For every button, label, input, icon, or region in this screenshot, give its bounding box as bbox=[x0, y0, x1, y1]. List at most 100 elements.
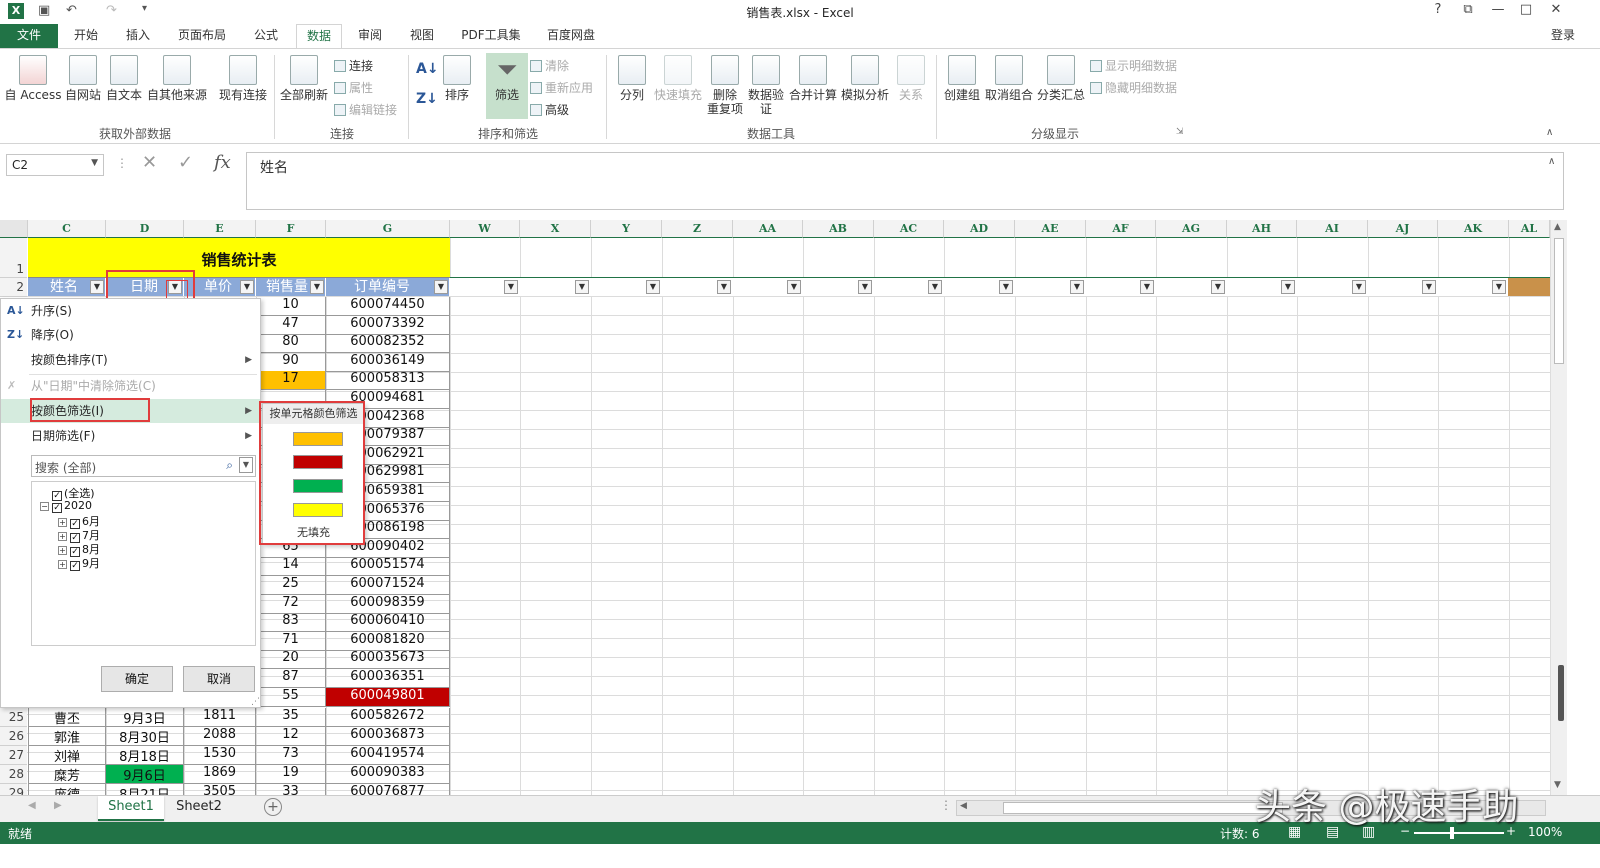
tab-file[interactable]: 文件 bbox=[0, 24, 58, 48]
show-detail-button[interactable]: 显示明细数据 bbox=[1090, 57, 1177, 74]
close-button[interactable]: ✕ bbox=[1546, 2, 1566, 17]
cell-quantity[interactable]: 80 bbox=[256, 334, 326, 354]
cell-order-id[interactable]: 600035673 bbox=[326, 650, 450, 670]
filter-dropdown-arrow-icon[interactable]: ▼ bbox=[434, 280, 448, 294]
scroll-down-icon[interactable]: ▼ bbox=[1554, 780, 1561, 790]
cell-quantity[interactable]: 14 bbox=[256, 557, 326, 577]
subtotal-button[interactable]: 分类汇总 bbox=[1036, 55, 1086, 102]
cell-order-id[interactable]: 600419574 bbox=[326, 746, 450, 765]
confirm-entry-icon[interactable]: ✓ bbox=[178, 152, 193, 173]
filter-dropdown-arrow-icon[interactable]: ▼ bbox=[1140, 280, 1154, 294]
column-header[interactable]: AC bbox=[874, 220, 944, 238]
relationships-button[interactable]: 关系 bbox=[894, 55, 928, 102]
restore-button[interactable]: □ bbox=[1516, 2, 1536, 17]
minimize-button[interactable]: — bbox=[1488, 2, 1508, 17]
ungroup-button[interactable]: 取消组合 bbox=[984, 55, 1034, 102]
cell-order-id[interactable]: 600098359 bbox=[326, 594, 450, 614]
cell-date[interactable]: 8月30日 bbox=[106, 727, 184, 746]
column-header[interactable]: D bbox=[106, 220, 184, 238]
expand-icon[interactable]: + bbox=[58, 546, 67, 555]
data-validation-button[interactable]: 数据验证 bbox=[746, 55, 786, 116]
group-button[interactable]: 创建组 bbox=[942, 55, 982, 102]
scroll-thumb[interactable] bbox=[1554, 238, 1564, 364]
properties-button[interactable]: 属性 bbox=[334, 79, 373, 96]
filter-dropdown-arrow-icon[interactable]: ▼ bbox=[928, 280, 942, 294]
column-header[interactable]: E bbox=[184, 220, 256, 238]
sort-ascending-item[interactable]: A↓ 升序(S) bbox=[1, 299, 260, 323]
row-header[interactable]: 27 bbox=[0, 746, 27, 765]
tab-formulas[interactable]: 公式 bbox=[244, 24, 288, 48]
cell-quantity[interactable]: 19 bbox=[256, 765, 326, 784]
cell-quantity[interactable]: 87 bbox=[256, 669, 326, 688]
advanced-filter-button[interactable]: 高级 bbox=[530, 101, 569, 118]
checkbox-icon[interactable]: ✓ bbox=[52, 503, 62, 513]
cell-order-id[interactable]: 600074450 bbox=[326, 297, 450, 316]
cell-date[interactable]: 8月21日 bbox=[106, 784, 184, 795]
sheet-title-cell[interactable]: 销售统计表 bbox=[28, 238, 450, 278]
checkbox-icon[interactable]: ✓ bbox=[70, 561, 80, 571]
row-header[interactable]: 26 bbox=[0, 727, 27, 746]
clear-filter-button[interactable]: 清除 bbox=[530, 57, 569, 74]
column-header[interactable]: AE bbox=[1015, 220, 1086, 238]
from-other-sources-button[interactable]: 自其他来源 bbox=[146, 55, 208, 102]
cell-quantity[interactable]: 73 bbox=[256, 746, 326, 765]
filter-dropdown-arrow-icon[interactable]: ▼ bbox=[787, 280, 801, 294]
formula-input[interactable]: 姓名 bbox=[246, 152, 1564, 210]
date-filters-item[interactable]: 日期筛选(F) ▶ bbox=[1, 424, 260, 448]
column-header[interactable]: C bbox=[28, 220, 106, 238]
row-header[interactable]: 2 bbox=[0, 278, 27, 297]
cell-price[interactable]: 2088 bbox=[184, 727, 256, 746]
text-to-columns-button[interactable]: 分列 bbox=[614, 55, 650, 102]
cell-quantity[interactable]: 90 bbox=[256, 352, 326, 372]
column-header[interactable]: AH bbox=[1227, 220, 1297, 238]
tab-home[interactable]: 开始 bbox=[64, 24, 108, 48]
tab-insert[interactable]: 插入 bbox=[116, 24, 160, 48]
hide-detail-button[interactable]: 隐藏明细数据 bbox=[1090, 79, 1177, 96]
filter-button[interactable]: ⏷ 筛选 bbox=[486, 53, 528, 119]
column-header[interactable]: AL bbox=[1509, 220, 1550, 238]
cell-date[interactable]: 8月18日 bbox=[106, 746, 184, 765]
scroll-left-icon[interactable]: ◀ bbox=[960, 801, 967, 811]
expand-formula-bar-icon[interactable]: ∧ bbox=[1548, 156, 1555, 167]
cell-date[interactable]: 9月6日 bbox=[106, 765, 184, 784]
cell-quantity[interactable]: 20 bbox=[256, 650, 326, 670]
zoom-slider[interactable] bbox=[1414, 832, 1504, 834]
cell-name[interactable]: 糜芳 bbox=[28, 765, 106, 784]
column-header[interactable]: X bbox=[520, 220, 591, 238]
cell-quantity[interactable]: 71 bbox=[256, 631, 326, 651]
cell-order-id[interactable]: 600058313 bbox=[326, 371, 450, 391]
filter-dropdown-arrow-icon[interactable]: ▼ bbox=[504, 280, 518, 294]
cell-quantity[interactable]: 72 bbox=[256, 594, 326, 614]
column-header[interactable]: F bbox=[256, 220, 326, 238]
tab-view[interactable]: 视图 bbox=[400, 24, 444, 48]
cell-quantity[interactable]: 17 bbox=[256, 371, 326, 391]
filter-dropdown-arrow-icon[interactable]: ▼ bbox=[310, 280, 324, 294]
column-header[interactable]: AI bbox=[1297, 220, 1368, 238]
from-web-button[interactable]: 自网站 bbox=[64, 55, 102, 102]
cell-order-id[interactable]: 600036149 bbox=[326, 352, 450, 372]
cell-quantity[interactable]: 10 bbox=[256, 297, 326, 316]
existing-connections-button[interactable]: 现有连接 bbox=[216, 55, 270, 102]
cell-quantity[interactable]: 55 bbox=[256, 687, 326, 707]
sort-descending-item[interactable]: Z↓ 降序(O) bbox=[1, 323, 260, 347]
filter-dropdown-arrow-icon[interactable]: ▼ bbox=[646, 280, 660, 294]
cell-quantity[interactable]: 12 bbox=[256, 727, 326, 746]
expand-icon[interactable]: + bbox=[58, 532, 67, 541]
reapply-button[interactable]: 重新应用 bbox=[530, 79, 593, 96]
from-text-button[interactable]: 自文本 bbox=[104, 55, 144, 102]
row-header[interactable]: 29 bbox=[0, 784, 27, 795]
login-link[interactable]: 登录 bbox=[1538, 24, 1588, 48]
cell-order-id[interactable]: 600049801 bbox=[326, 687, 450, 707]
filter-dropdown-arrow-icon[interactable]: ▼ bbox=[240, 280, 254, 294]
column-header[interactable]: AF bbox=[1086, 220, 1156, 238]
cell-order-id[interactable]: 600060410 bbox=[326, 613, 450, 633]
what-if-analysis-button[interactable]: 模拟分析 bbox=[840, 55, 890, 102]
filter-dropdown-arrow-icon[interactable]: ▼ bbox=[90, 280, 104, 294]
column-header[interactable]: AG bbox=[1156, 220, 1227, 238]
row-header[interactable]: 25 bbox=[0, 708, 27, 727]
header-order-id[interactable]: 订单编号 bbox=[326, 278, 450, 296]
row-header[interactable]: 28 bbox=[0, 765, 27, 784]
tree-item-month[interactable]: + ✓ 9月 bbox=[58, 555, 100, 571]
chevron-down-icon[interactable]: ▼ bbox=[239, 457, 253, 473]
cell-order-id[interactable]: 600036873 bbox=[326, 727, 450, 746]
